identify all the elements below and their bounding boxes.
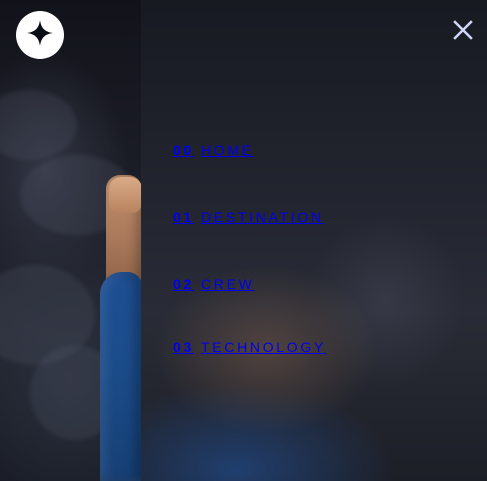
- nav-label: CREW: [200, 276, 255, 292]
- nav-crew[interactable]: 02 CREW: [173, 272, 383, 296]
- nav-number: 00: [173, 142, 194, 158]
- star-icon: [26, 19, 54, 52]
- background-rock: [0, 90, 77, 160]
- nav-label: DESTINATION: [200, 209, 324, 225]
- nav-home[interactable]: 00 HOME: [173, 138, 383, 162]
- nav-technology[interactable]: 03 TECHNOLOGY: [173, 335, 383, 359]
- navigation-panel: [141, 0, 487, 481]
- nav-number: 02: [173, 276, 194, 292]
- close-icon: [453, 19, 473, 45]
- nav-destination[interactable]: 01 DESTINATION: [173, 205, 383, 229]
- astronaut-fist: [109, 177, 142, 213]
- background-rock: [0, 265, 95, 365]
- home-logo[interactable]: [16, 11, 64, 59]
- close-menu-button[interactable]: [451, 19, 475, 45]
- app-screen: 00 HOME 01 DESTINATION 02 CREW 03 TECHNO…: [0, 0, 487, 481]
- nav-label: TECHNOLOGY: [200, 339, 326, 355]
- nav-number: 01: [173, 209, 194, 225]
- astronaut-sleeve: [100, 272, 142, 481]
- nav-label: HOME: [200, 142, 254, 158]
- nav-number: 03: [173, 339, 194, 355]
